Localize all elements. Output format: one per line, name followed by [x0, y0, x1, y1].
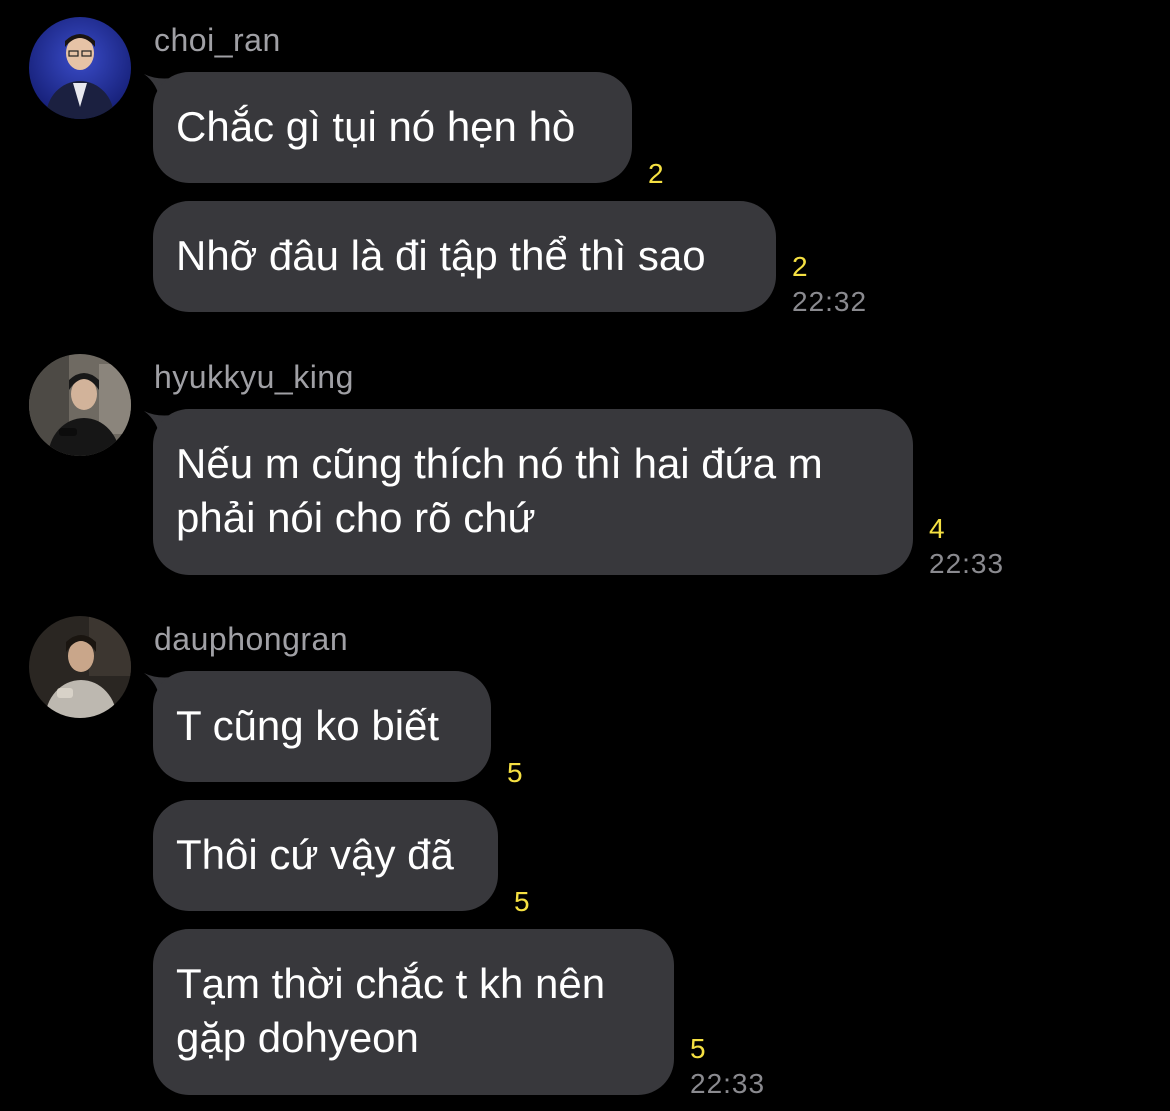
profile-photo-icon [29, 354, 131, 456]
timestamp: 22:32 [792, 286, 868, 317]
read-count: 2 [792, 251, 808, 282]
profile-photo-icon [29, 616, 131, 718]
message-bubble[interactable]: Tạm thời chắc t kh nên gặp dohyeon [153, 929, 674, 1095]
read-count: 2 [648, 158, 664, 189]
sender-name: hyukkyu_king [154, 359, 354, 395]
timestamp: 22:33 [929, 548, 1005, 579]
read-count: 5 [507, 757, 523, 788]
message-bubble[interactable]: Chắc gì tụi nó hẹn hò [153, 72, 632, 183]
profile-photo-icon [29, 17, 131, 119]
avatar-hyukkyu-king[interactable] [29, 354, 131, 456]
message-bubble[interactable]: Nhỡ đâu là đi tập thể thì sao [153, 201, 776, 312]
avatar-dauphongran[interactable] [29, 616, 131, 718]
sender-name: choi_ran [154, 22, 281, 58]
read-count: 5 [514, 886, 530, 917]
read-count: 4 [929, 513, 945, 544]
avatar-choi-ran[interactable] [29, 17, 131, 119]
sender-name: dauphongran [154, 621, 349, 657]
message-bubble[interactable]: Thôi cứ vậy đã [153, 800, 498, 911]
chat-screen: choi_ran Chắc gì tụi nó hẹn hò 2 Nhỡ đâu… [0, 0, 1170, 1111]
read-count: 5 [690, 1033, 706, 1064]
message-bubble[interactable]: T cũng ko biết [153, 671, 491, 782]
message-bubble[interactable]: Nếu m cũng thích nó thì hai đứa m phải n… [153, 409, 913, 575]
timestamp: 22:33 [690, 1068, 766, 1099]
